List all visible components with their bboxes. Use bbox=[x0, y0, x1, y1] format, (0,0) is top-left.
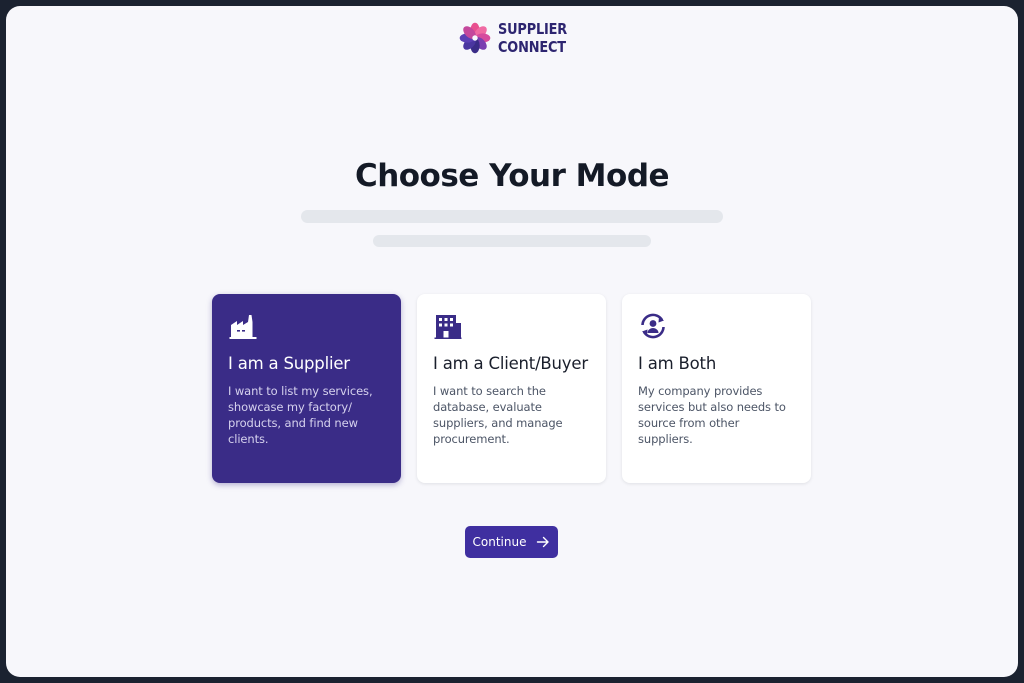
building-icon bbox=[433, 312, 463, 340]
continue-button[interactable]: Continue bbox=[465, 526, 558, 558]
flower-logo-icon bbox=[458, 21, 492, 55]
brand-line-2: CONNECT bbox=[498, 38, 566, 56]
continue-button-label: Continue bbox=[472, 535, 527, 549]
app-window: SUPPLIER CONNECT Choose Your Mode I am a… bbox=[6, 6, 1018, 677]
sync-user-icon bbox=[638, 312, 668, 340]
mode-card-description: I want to search the database, evaluate … bbox=[433, 384, 563, 446]
mode-card-supplier[interactable]: I am a Supplier I want to list my servic… bbox=[212, 294, 401, 483]
brand-line-1: SUPPLIER bbox=[498, 20, 568, 38]
mode-card-description: My company provides services but also ne… bbox=[638, 384, 786, 446]
subtitle-placeholder-line-1 bbox=[301, 210, 723, 223]
mode-card-client-buyer[interactable]: I am a Client/Buyer I want to search the… bbox=[417, 294, 606, 483]
page-title: Choose Your Mode bbox=[354, 158, 670, 194]
mode-card-title: I am a Supplier bbox=[228, 354, 350, 373]
brand-logo[interactable]: SUPPLIER CONNECT bbox=[458, 20, 578, 56]
mode-card-description: I want to list my services, showcase my … bbox=[228, 384, 373, 446]
brand-name: SUPPLIER CONNECT bbox=[498, 20, 578, 56]
mode-card-title: I am Both bbox=[638, 354, 717, 373]
mode-card-both[interactable]: I am Both My company provides services b… bbox=[622, 294, 811, 483]
mode-card-title: I am a Client/Buyer bbox=[433, 354, 588, 373]
factory-icon bbox=[228, 312, 258, 340]
subtitle-placeholder-line-2 bbox=[373, 235, 651, 247]
arrow-right-icon bbox=[536, 535, 550, 549]
mode-options: I am a Supplier I want to list my servic… bbox=[212, 294, 811, 483]
